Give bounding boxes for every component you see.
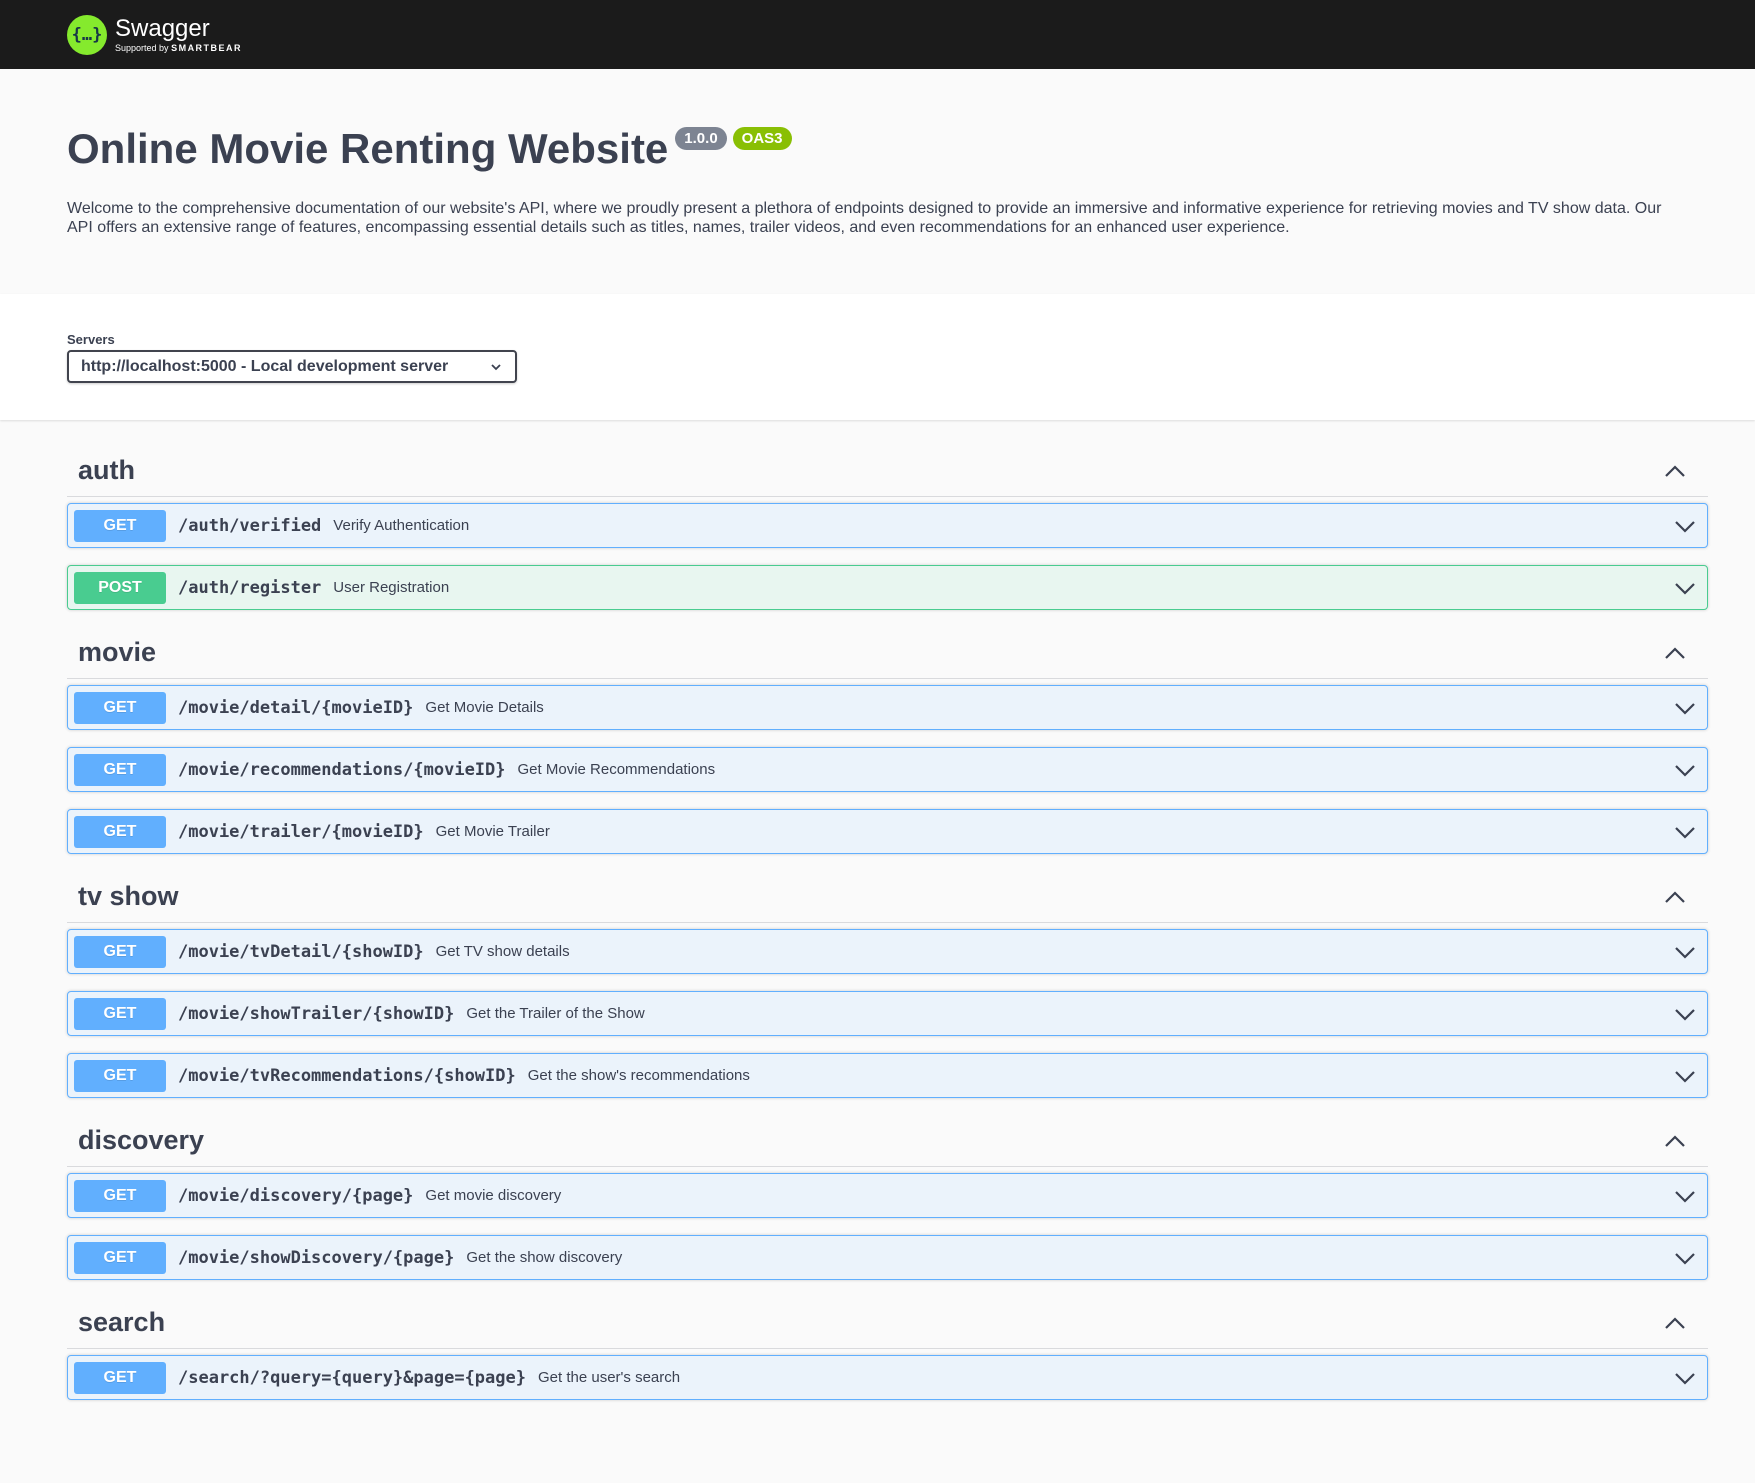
operation-path: /movie/tvRecommendations/{showID} (178, 1065, 516, 1086)
operation-row[interactable]: POST/auth/register User Registration (67, 565, 1708, 610)
operation-summary: Get TV show details (435, 943, 570, 960)
chevron-up-icon[interactable] (1664, 1134, 1686, 1148)
method-badge: GET (74, 753, 166, 786)
tag-name: discovery (78, 1125, 205, 1155)
operation-summary: User Registration (333, 579, 450, 596)
operation-summary: Get the user's search (538, 1369, 681, 1386)
method-badge: GET (74, 1059, 166, 1092)
tag-section: auth GET/auth/verified Verify Authenticati… (67, 445, 1708, 610)
tag-name: movie (78, 637, 157, 667)
page-title: Online Movie Renting Website (67, 125, 669, 172)
swagger-logo[interactable]: {…} Swagger Supported by SMARTBEAR (67, 14, 243, 55)
brand-sub: Supported by SMARTBEAR (115, 42, 243, 53)
api-description: Welcome to the comprehensive documentati… (67, 200, 1662, 237)
tag-header[interactable]: tv show (67, 871, 1708, 923)
chevron-up-icon[interactable] (1664, 1316, 1686, 1330)
method-badge: GET (74, 691, 166, 724)
tag-header[interactable]: movie (67, 627, 1708, 679)
server-select-value: http://localhost:5000 - Local developmen… (81, 357, 449, 375)
chevron-down-icon[interactable] (1674, 1251, 1696, 1265)
tag-header[interactable]: discovery (67, 1115, 1708, 1167)
operation-row[interactable]: GET/movie/tvRecommendations/{showID} Get … (67, 1053, 1708, 1098)
method-badge: GET (74, 815, 166, 848)
swagger-logo-icon: {…} (67, 14, 107, 55)
operation-path: /movie/detail/{movieID} (178, 697, 414, 718)
operation-summary: Get the Trailer of the Show (466, 1005, 645, 1022)
chevron-down-icon[interactable] (1674, 825, 1696, 839)
chevron-down-icon[interactable] (1674, 519, 1696, 533)
operation-path: /movie/tvDetail/{showID} (178, 941, 424, 962)
operation-path: /search/?query={query}&page={page} (178, 1367, 526, 1388)
chevron-down-icon[interactable] (1674, 945, 1696, 959)
method-badge: GET (74, 1179, 166, 1212)
operation-row[interactable]: GET/search/?query={query}&page={page} Get… (67, 1355, 1708, 1400)
title-row: Online Movie Renting Website 1.0.0 OAS3 (67, 69, 1688, 172)
topbar: {…} Swagger Supported by SMARTBEAR (0, 0, 1755, 69)
operation-summary: Get Movie Recommendations (517, 761, 716, 778)
operation-summary: Get the show discovery (466, 1249, 623, 1266)
operation-summary: Get movie discovery (425, 1187, 562, 1204)
chevron-down-icon[interactable] (1674, 1069, 1696, 1083)
chevron-down-icon[interactable] (1674, 701, 1696, 715)
method-badge: POST (74, 571, 166, 604)
tag-section: movie GET/movie/detail/{movieID} Get Movie… (67, 627, 1708, 854)
brand-sub-prefix: Supported by (115, 42, 169, 53)
chevron-down-icon[interactable] (1674, 581, 1696, 595)
operation-path: /movie/trailer/{movieID} (178, 821, 424, 842)
operation-path: /movie/showTrailer/{showID} (178, 1003, 455, 1024)
operation-summary: Get Movie Details (425, 699, 544, 716)
servers-section: Servers http://localhost:5000 - Local de… (0, 294, 1755, 420)
operation-summary: Get Movie Trailer (435, 823, 550, 840)
operation-row[interactable]: GET/movie/discovery/{page} Get movie disc… (67, 1173, 1708, 1218)
servers-label: Servers (67, 332, 115, 347)
tag-header[interactable]: auth (67, 445, 1708, 497)
server-select[interactable]: http://localhost:5000 - Local developmen… (67, 350, 517, 383)
tag-name: auth (78, 455, 135, 485)
operation-row[interactable]: GET/movie/recommendations/{movieID} Get M… (67, 747, 1708, 792)
chevron-down-icon[interactable] (1674, 1007, 1696, 1021)
brand-name: Swagger (115, 14, 210, 42)
method-badge: GET (74, 509, 166, 542)
operation-path: /auth/register (178, 577, 322, 598)
operation-row[interactable]: GET/auth/verified Verify Authentication (67, 503, 1708, 548)
chevron-up-icon[interactable] (1664, 646, 1686, 660)
operation-row[interactable]: GET/movie/tvDetail/{showID} Get TV show d… (67, 929, 1708, 974)
chevron-down-icon (491, 363, 501, 370)
operation-path: /movie/showDiscovery/{page} (178, 1247, 455, 1268)
chevron-up-icon[interactable] (1664, 464, 1686, 478)
brand-sub-company: SMARTBEAR (171, 42, 243, 53)
oas-badge: OAS3 (732, 127, 792, 150)
chevron-up-icon[interactable] (1664, 890, 1686, 904)
operation-summary: Get the show's recommendations (527, 1067, 750, 1084)
tag-name: search (78, 1307, 166, 1337)
operation-row[interactable]: GET/movie/showTrailer/{showID} Get the Tr… (67, 991, 1708, 1036)
operations-list: auth GET/auth/verified Verify Authenticati… (0, 420, 1755, 1400)
method-badge: GET (74, 935, 166, 968)
operation-row[interactable]: GET/movie/trailer/{movieID} Get Movie Tra… (67, 809, 1708, 854)
operation-row[interactable]: GET/movie/detail/{movieID} Get Movie Deta… (67, 685, 1708, 730)
tag-header[interactable]: search (67, 1297, 1708, 1349)
operation-row[interactable]: GET/movie/showDiscovery/{page} Get the sh… (67, 1235, 1708, 1280)
method-badge: GET (74, 997, 166, 1030)
tag-name: tv show (78, 881, 179, 911)
tag-section: discovery GET/movie/discovery/{page} Get m… (67, 1115, 1708, 1280)
tag-section: tv show GET/movie/tvDetail/{showID} Get TV… (67, 871, 1708, 1098)
tag-section: search GET/search/?query={query}&page={pa… (67, 1297, 1708, 1400)
api-info: Online Movie Renting Website 1.0.0 OAS3 … (0, 69, 1755, 294)
operation-path: /movie/recommendations/{movieID} (178, 759, 506, 780)
method-badge: GET (74, 1361, 166, 1394)
version-badge: 1.0.0 (675, 127, 727, 150)
chevron-down-icon[interactable] (1674, 1371, 1696, 1385)
operation-summary: Verify Authentication (333, 517, 470, 534)
operation-path: /movie/discovery/{page} (178, 1185, 414, 1206)
chevron-down-icon[interactable] (1674, 763, 1696, 777)
method-badge: GET (74, 1241, 166, 1274)
operation-path: /auth/verified (178, 515, 322, 536)
chevron-down-icon[interactable] (1674, 1189, 1696, 1203)
